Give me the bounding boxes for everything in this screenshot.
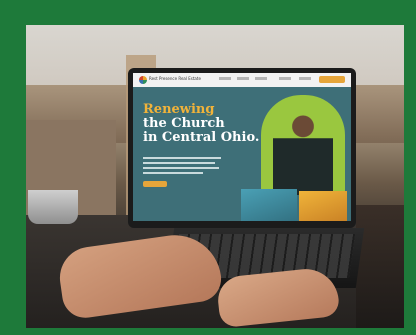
nav-link: [299, 77, 311, 80]
mug: [28, 190, 78, 224]
nav-link: [237, 77, 249, 80]
logo-icon: [139, 76, 147, 84]
site-brand: Rest Presence Real Estate: [149, 76, 201, 81]
hero-paragraph: [143, 157, 221, 177]
nav-link: [279, 77, 291, 80]
laptop-screen: Rest Presence Real Estate Renewing the C…: [133, 73, 351, 221]
nav-link: [255, 77, 267, 80]
background-object: [356, 205, 404, 328]
nav-link: [219, 77, 231, 80]
site-nav: Rest Presence Real Estate: [133, 73, 351, 87]
nav-cta-button: [319, 76, 345, 83]
tile-photo: [299, 191, 347, 221]
hero-button: [143, 181, 167, 187]
hero-headline: Renewing the Church in Central Ohio.: [143, 102, 260, 145]
tile-photo: [241, 189, 297, 221]
hero-photo: [273, 107, 333, 195]
